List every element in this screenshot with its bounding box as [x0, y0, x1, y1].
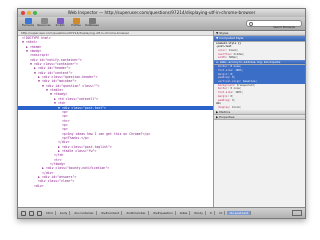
property-value: block;: [232, 105, 242, 109]
property-value: 0;: [232, 98, 236, 102]
property-name: border: [218, 87, 228, 91]
profiles-tab[interactable]: Profiles: [69, 18, 83, 30]
property-value: black;: [228, 48, 239, 52]
status-breadcrumb[interactable]: div.post-text: [227, 211, 252, 215]
styles-sidebar: ▼ Styles ▼ Computed Style element.style {}…: [214, 31, 305, 210]
property-name: padding: [218, 76, 229, 80]
property-name: width: [218, 56, 226, 60]
scripts-tab[interactable]: Scripts: [53, 18, 67, 30]
property-name: margin: [218, 94, 228, 98]
dom-tree[interactable]: <!DOCTYPE html> ▼ <html> ▶ <head> ▼ <body> <…: [18, 36, 213, 210]
property-name: font-size: [218, 69, 233, 73]
property-value: 0;: [230, 72, 234, 76]
dock-icon[interactable]: [21, 210, 26, 216]
property-name: background: [218, 83, 234, 87]
status-breadcrumb[interactable]: tr: [208, 211, 216, 215]
resources-tab[interactable]: Resources: [37, 18, 51, 30]
property-value: 0;: [232, 76, 236, 80]
databases-tab-label: Databases: [85, 24, 99, 27]
property-name: padding: [218, 98, 229, 102]
property-name: display: [218, 105, 229, 109]
console-icon[interactable]: [29, 210, 34, 216]
sidebar-section-header[interactable]: ▶ Properties: [214, 114, 305, 121]
property-value: 0 none;: [230, 65, 242, 69]
property-value: baseline;: [243, 80, 258, 84]
toolbar: Elements Resources Scripts Profiles Data…: [18, 17, 305, 31]
resources-tab-label: Resources: [37, 24, 51, 27]
property-value: 660px;: [228, 56, 239, 60]
elements-tab-label: Elements: [21, 24, 35, 27]
property-value: hidden;: [233, 52, 245, 56]
status-breadcrumb[interactable]: div#content: [99, 211, 123, 215]
property-name: margin: [218, 72, 228, 76]
property-value: 100%;: [235, 91, 243, 95]
search-label: Search Elements: [273, 26, 295, 29]
status-breadcrumb[interactable]: tbody: [192, 211, 206, 215]
title-bar: Web Inspector — http://superuser.com/que…: [18, 9, 305, 17]
property-name: border: [218, 65, 228, 69]
property-value: transparent;: [236, 83, 256, 87]
status-breadcrumb[interactable]: div#question: [151, 211, 176, 215]
status-breadcrumb[interactable]: td: [217, 211, 226, 215]
property-value: 0;: [230, 94, 234, 98]
status-breadcrumb[interactable]: html: [44, 211, 56, 215]
status-breadcrumb[interactable]: div.container: [72, 211, 97, 215]
elements-tab[interactable]: Elements: [21, 18, 35, 30]
property-name: font-size: [218, 91, 233, 95]
property-name: color: [218, 48, 226, 52]
databases-tab[interactable]: Databases: [85, 18, 99, 30]
scripts-tab-label: Scripts: [55, 24, 65, 27]
property-name: vertical-align: [218, 80, 240, 84]
status-bar: html body div.container div#content div#main…: [18, 207, 305, 218]
property-name: overflow: [218, 52, 231, 56]
status-breadcrumb[interactable]: table: [178, 211, 191, 215]
status-breadcrumb[interactable]: body: [58, 211, 71, 215]
property-value: 100%;: [235, 69, 243, 73]
property-value: 0 none;: [230, 87, 242, 91]
profiles-tab-label: Profiles: [71, 24, 81, 27]
window-title: Web Inspector — http://superuser.com/que…: [67, 10, 256, 15]
inspector-window: Web Inspector — http://superuser.com/que…: [17, 8, 306, 219]
dom-node-row[interactable]: <div>: [18, 184, 213, 188]
inspect-icon[interactable]: [37, 210, 42, 216]
resize-grip-icon[interactable]: [292, 210, 302, 216]
search-icon: [248, 22, 253, 26]
status-breadcrumb[interactable]: div#mainbar: [124, 211, 149, 215]
